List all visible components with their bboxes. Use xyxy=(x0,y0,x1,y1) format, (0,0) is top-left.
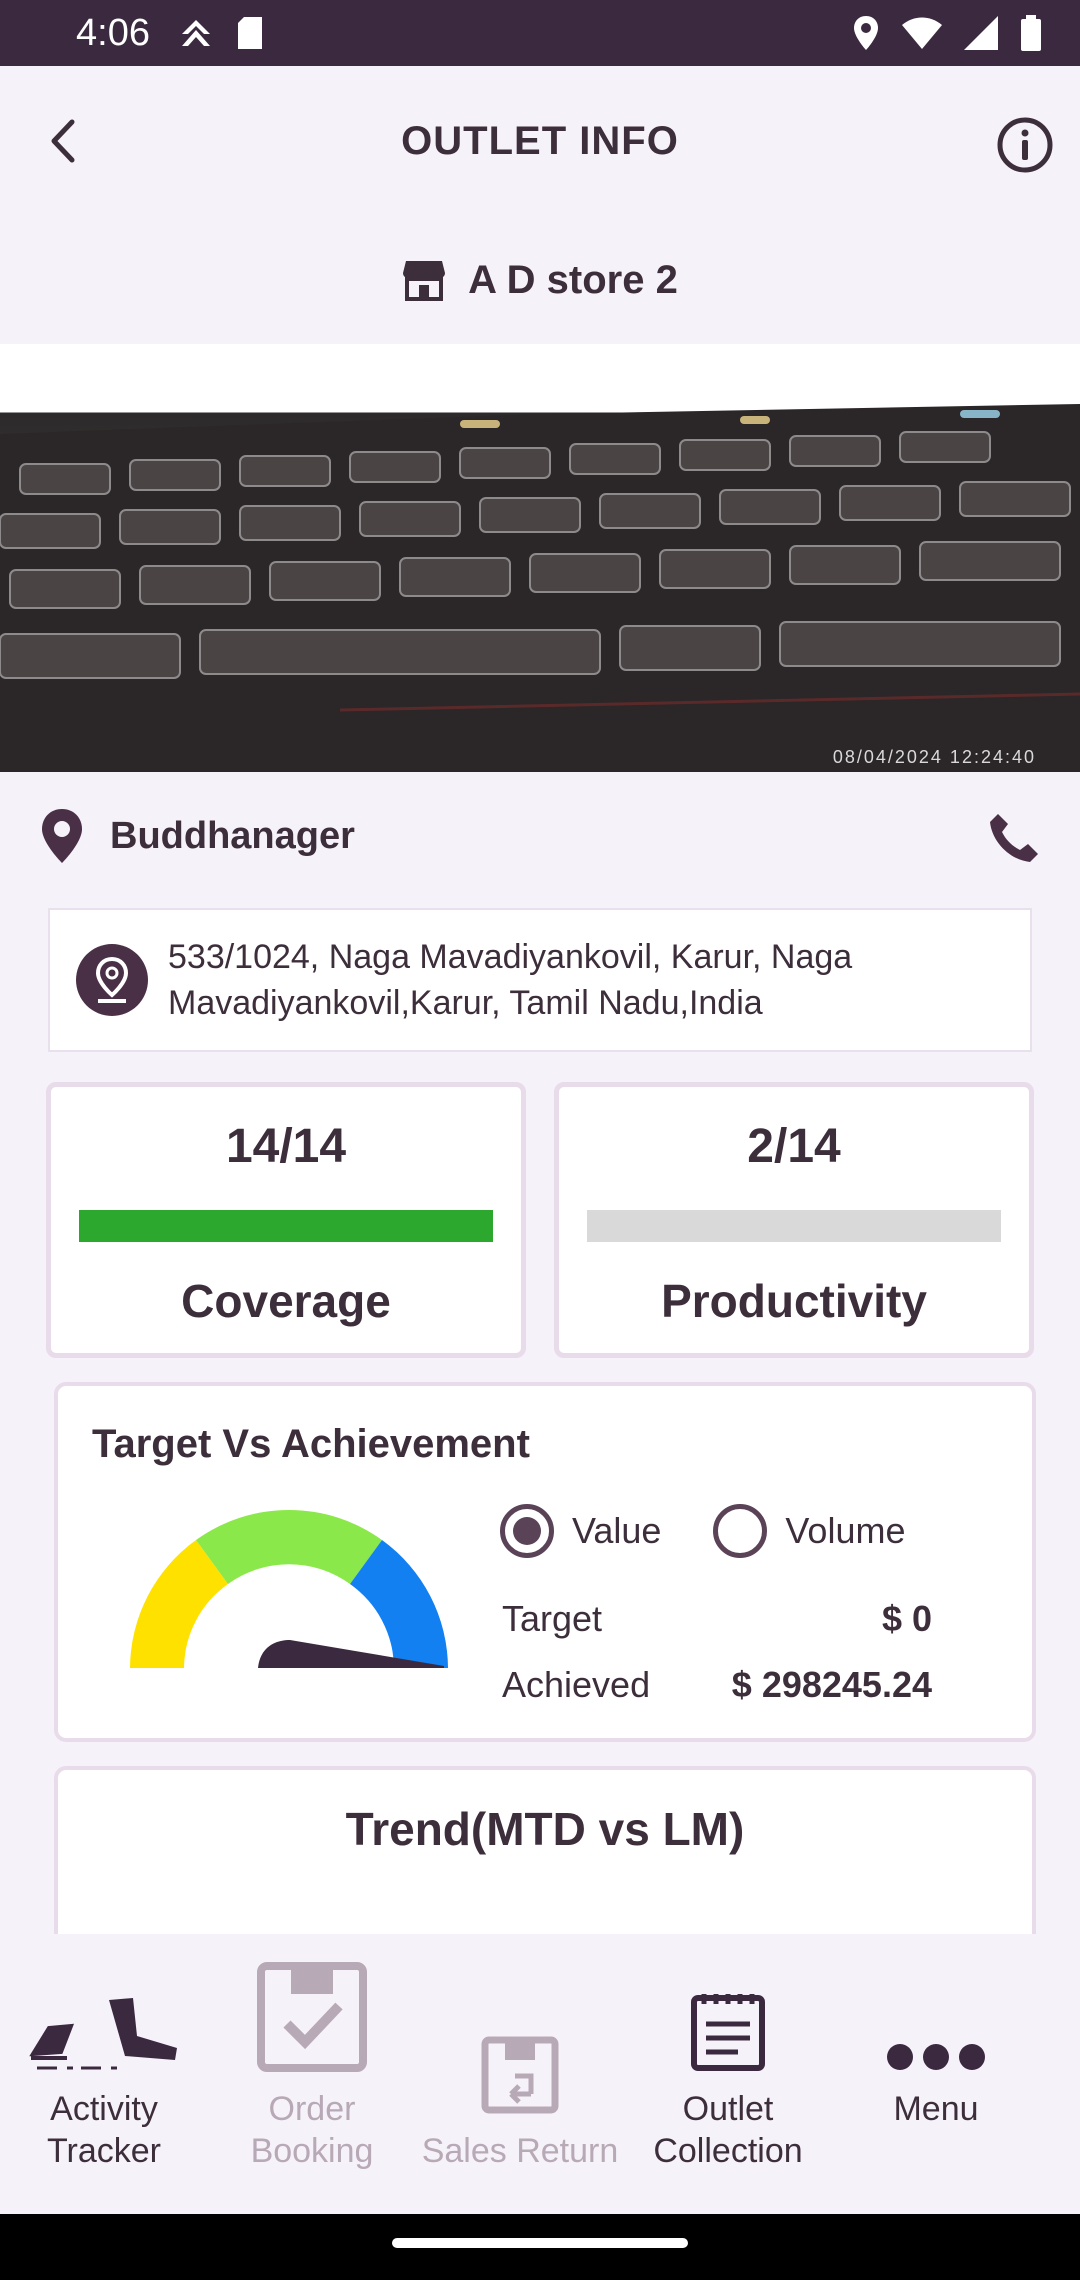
call-button[interactable] xyxy=(988,812,1040,864)
location-name: Buddhanager xyxy=(110,814,355,857)
target-card-title: Target Vs Achievement xyxy=(92,1422,530,1466)
battery-icon xyxy=(1021,15,1041,51)
nav-order-booking-label: Order Booking xyxy=(250,2090,374,2170)
status-bar: 4:06 xyxy=(0,0,1080,66)
gauge-green-segment xyxy=(196,1509,382,1584)
coverage-label: Coverage xyxy=(181,1275,391,1327)
measure-radio-group: Value Volume xyxy=(500,1504,957,1558)
store-icon xyxy=(403,261,446,301)
achieved-row: Achieved $ 298245.24 xyxy=(502,1664,932,1706)
target-achievement-card: Target Vs Achievement Value Volume Targe… xyxy=(54,1382,1036,1742)
productivity-card[interactable]: 2/14 Productivity xyxy=(554,1082,1034,1358)
location-row: Buddhanager xyxy=(0,772,1080,900)
info-button[interactable] xyxy=(996,116,1054,174)
productivity-label: Productivity xyxy=(661,1275,927,1327)
radio-unselected-icon xyxy=(713,1504,768,1558)
target-row: Target $ 0 xyxy=(502,1598,932,1640)
gesture-navigation-bar xyxy=(0,2214,1080,2280)
home-gesture-handle[interactable] xyxy=(392,2238,688,2248)
productivity-progress-bar xyxy=(587,1210,1001,1242)
address-card: 533/1024, Naga Mavadiyankovil, Karur, Na… xyxy=(48,908,1032,1052)
keyboard-photo-image xyxy=(0,404,1080,772)
sd-card-icon xyxy=(237,17,262,49)
radio-selected-icon xyxy=(500,1504,554,1558)
app-header: OUTLET INFO xyxy=(0,66,1080,216)
nav-activity-tracker-label: Activity Tracker xyxy=(47,2090,161,2170)
coverage-card[interactable]: 14/14 Coverage xyxy=(46,1082,526,1358)
value-radio-label: Value xyxy=(572,1510,662,1551)
location-status-icon xyxy=(854,16,878,50)
chevron-left-icon xyxy=(51,119,75,163)
more-dots-icon xyxy=(887,2044,985,2070)
nav-order-booking[interactable]: Order Booking xyxy=(208,1934,416,2214)
nav-outlet-collection-label: Outlet Collection xyxy=(653,2090,803,2170)
nav-sales-return[interactable]: Sales Return xyxy=(416,1934,624,2214)
status-time: 4:06 xyxy=(76,11,150,54)
coverage-progress-fill xyxy=(79,1210,493,1242)
store-name: A D store 2 xyxy=(468,257,678,302)
speedometer-gauge xyxy=(130,1509,448,1668)
return-box-icon xyxy=(481,2036,559,2114)
address-text: 533/1024, Naga Mavadiyankovil, Karur, Na… xyxy=(168,938,853,1022)
productivity-value: 2/14 xyxy=(747,1120,841,1173)
outlet-photo[interactable]: 08/04/2024 12:24:40 xyxy=(0,344,1080,772)
signal-icon xyxy=(964,16,998,50)
volume-radio-label: Volume xyxy=(785,1510,906,1551)
trend-card-title: Trend(MTD vs LM) xyxy=(345,1803,745,1855)
nav-sales-return-label: Sales Return xyxy=(421,2132,619,2170)
nav-activity-tracker[interactable]: Activity Tracker xyxy=(0,1934,208,2214)
back-button[interactable] xyxy=(40,116,90,166)
address-pin-icon xyxy=(76,944,148,1016)
achieved-label: Achieved xyxy=(502,1664,651,1705)
wifi-icon xyxy=(902,17,942,49)
coverage-progress-bar xyxy=(79,1210,493,1242)
nav-menu-label: Menu xyxy=(893,2090,979,2128)
value-radio[interactable]: Value xyxy=(500,1504,661,1558)
bottom-navigation: Activity Tracker Order Booking Sales Retur… xyxy=(0,1934,1080,2214)
photo-timestamp: 08/04/2024 12:24:40 xyxy=(832,747,1036,767)
nav-menu[interactable]: Menu xyxy=(832,1934,1040,2214)
target-value: $ 0 xyxy=(881,1598,932,1639)
app-notification-icon xyxy=(181,20,210,46)
page-title: OUTLET INFO xyxy=(401,118,679,163)
info-icon xyxy=(997,117,1053,173)
status-system-icons xyxy=(852,15,1042,51)
phone-icon xyxy=(990,814,1038,862)
volume-radio[interactable]: Volume xyxy=(713,1504,905,1558)
status-notification-icons xyxy=(178,17,264,49)
nav-outlet-collection[interactable]: Outlet Collection xyxy=(624,1934,832,2214)
achieved-value: $ 298245.24 xyxy=(731,1664,932,1705)
footsteps-icon xyxy=(29,1998,177,2070)
checkbox-icon xyxy=(257,1962,367,2072)
target-label: Target xyxy=(502,1598,603,1639)
map-pin-icon xyxy=(42,809,82,863)
store-header: A D store 2 xyxy=(0,216,1080,344)
clipboard-icon xyxy=(691,1994,765,2071)
coverage-value: 14/14 xyxy=(225,1120,347,1173)
